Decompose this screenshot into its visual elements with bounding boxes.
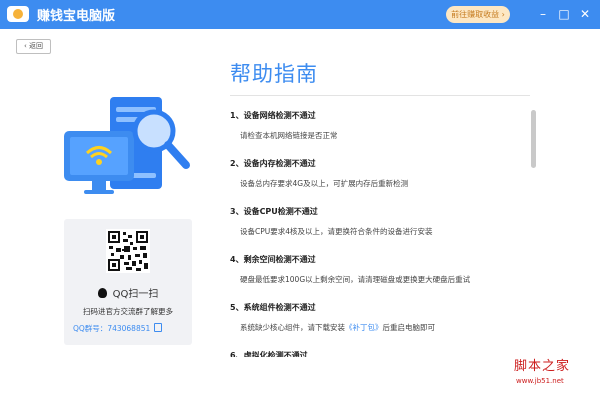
faq-item: 5、系统组件检测不通过 系统缺少核心组件，请下载安装《补丁包》后重启电脑即可 (230, 296, 526, 344)
qr-code[interactable] (106, 229, 150, 273)
faq-answer-text: 后重启电脑即可 (382, 323, 436, 332)
faq-item: 4、剩余空间检测不通过 硬盘最低要求100G以上剩余空间，请清理磁盘或更换更大硬… (230, 248, 526, 296)
title-bar: 赚钱宝电脑版 前往赚取收益 › – □ ✕ (0, 0, 600, 29)
faq-answer: 设备CPU要求4核及以上，请更换符合条件的设备进行安装 (240, 227, 433, 236)
app-title: 赚钱宝电脑版 (37, 9, 116, 24)
faq-question: 1、设备网络检测不通过 (230, 111, 316, 120)
patch-download-link[interactable]: 《补丁包》 (345, 323, 383, 332)
back-button[interactable]: ‹ 返回 (16, 39, 51, 54)
faq-answer: 设备总内存要求4G及以上，可扩展内存后重新检测 (240, 179, 409, 188)
faq-list: 1、设备网络检测不通过 请检查本机网络链接是否正常 2、设备内存检测不通过 设备… (230, 104, 526, 357)
faq-answer: 请检查本机网络链接是否正常 (240, 131, 338, 140)
faq-item: 2、设备内存检测不通过 设备总内存要求4G及以上，可扩展内存后重新检测 (230, 152, 526, 200)
site-watermark: 脚本之家 www.jb51.net (514, 355, 594, 391)
qq-scan-label: QQ扫一扫 (112, 289, 159, 300)
qq-group-label: QQ群号： (73, 324, 108, 333)
copy-icon[interactable] (154, 323, 163, 332)
watermark-title: 脚本之家 (514, 359, 571, 374)
watermark-url: www.jb51.net (516, 377, 564, 385)
faq-answer: 系统缺少核心组件，请下载安装《补丁包》后重启电脑即可 (230, 322, 526, 333)
title-divider (230, 95, 530, 96)
faq-item: 3、设备CPU检测不通过 设备CPU要求4核及以上，请更换符合条件的设备进行安装 (230, 200, 526, 248)
qq-scan-title: QQ扫一扫 (64, 285, 192, 300)
faq-question: 3、设备CPU检测不通过 (230, 207, 318, 216)
app-logo-icon (7, 6, 29, 22)
maximize-button[interactable]: □ (556, 6, 572, 22)
earn-revenue-button[interactable]: 前往赚取收益 › (446, 6, 510, 23)
help-illustration (64, 97, 190, 194)
qq-group-panel: QQ扫一扫 扫码进官方交流群了解更多 QQ群号：743068851 (64, 219, 192, 345)
scrollbar-thumb[interactable] (531, 110, 536, 168)
faq-question: 4、剩余空间检测不通过 (230, 255, 316, 264)
faq-item: 1、设备网络检测不通过 请检查本机网络链接是否正常 (230, 104, 526, 152)
qq-group-number[interactable]: QQ群号：743068851 (73, 323, 163, 334)
close-button[interactable]: ✕ (577, 6, 593, 22)
faq-answer-text: 系统缺少核心组件，请下载安装 (240, 323, 345, 332)
scan-description: 扫码进官方交流群了解更多 (83, 307, 173, 316)
faq-item: 6、虚拟化检测不通过 (230, 344, 526, 357)
minimize-button[interactable]: – (535, 6, 551, 22)
faq-question: 2、设备内存检测不通过 (230, 159, 316, 168)
faq-answer: 硬盘最低要求100G以上剩余空间，请清理磁盘或更换更大硬盘后重试 (240, 275, 471, 284)
faq-question: 6、虚拟化检测不通过 (230, 351, 308, 357)
qq-group-value[interactable]: 743068851 (107, 324, 150, 333)
faq-question: 5、系统组件检测不通过 (230, 303, 316, 312)
qq-penguin-icon (97, 288, 107, 298)
page-title: 帮助指南 (230, 62, 318, 86)
